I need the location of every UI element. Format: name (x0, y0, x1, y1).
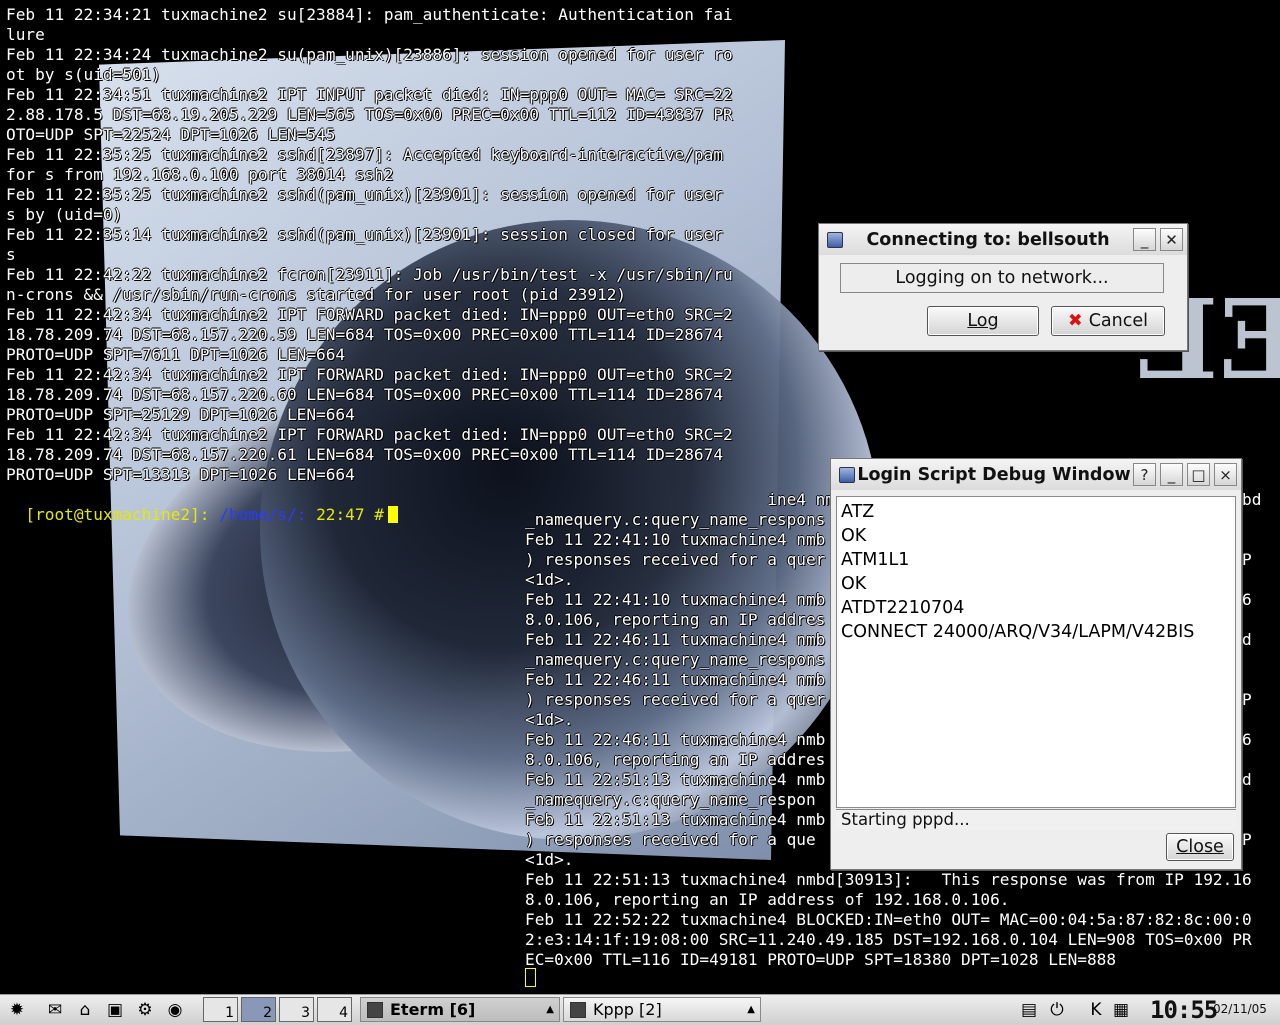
debug-log-line: ATZ (841, 502, 875, 522)
arrow-up-icon[interactable]: ▲ (747, 1004, 755, 1015)
connect-titlebar[interactable]: Connecting to: bellsouth _ ✕ (819, 224, 1187, 255)
terminal-line: s (6, 245, 16, 264)
debug-log-line: ATDT2210704 (841, 598, 965, 618)
terminal-line: <1d>. (525, 710, 574, 729)
connect-status-field: Logging on to network... (840, 263, 1164, 293)
terminal-line: for s from 192.168.0.100 port 38014 ssh2 (6, 165, 394, 184)
debug-status-line: Starting pppd... (836, 809, 1236, 829)
terminal-line: _namequery.c:query_name_respon (525, 790, 816, 809)
terminal-line: EC=0x00 TTL=116 ID=49181 PROTO=UDP SPT=1… (525, 950, 1117, 969)
debug-log-line: OK (841, 526, 867, 546)
prompt-path: /home/s/: (209, 505, 307, 524)
terminal-line: Feb 11 22:52:22 tuxmachine4 BLOCKED:IN=e… (525, 910, 1252, 929)
cancel-x-icon: ✖ (1068, 311, 1083, 331)
terminal-line: Feb 11 22:34:51 tuxmachine2 IPT INPUT pa… (6, 85, 733, 104)
text-cursor-inactive (525, 968, 536, 987)
clock[interactable]: 10:55 (1150, 995, 1218, 1025)
cancel-button-label: Cancel (1088, 311, 1148, 331)
terminal-line: Feb 11 22:34:21 tuxmachine2 su[23884]: p… (6, 5, 733, 24)
save-icon[interactable]: ▤ (1018, 999, 1040, 1021)
minimize-button[interactable]: _ (1160, 463, 1183, 486)
terminal-line: Feb 11 22:42:34 tuxmachine2 IPT FORWARD … (6, 365, 733, 384)
kppp-tray-icon[interactable]: K (1085, 999, 1107, 1021)
kde-taskbar: ✹ ✉ ⌂ ▣ ⚙ ◉ 1234 Eterm [6] ▲ Kppp [2] ▲ ▤ ⏻… (0, 994, 1280, 1025)
debug-titlebar[interactable]: Login Script Debug Window ? _ □ × (831, 459, 1241, 490)
home-icon[interactable]: ⌂ (74, 999, 96, 1021)
clipboard-icon[interactable]: ▦ (1110, 999, 1132, 1021)
terminal-line: 2:e3:14:1f:19:08:00 SRC=11.240.49.185 DS… (525, 930, 1252, 949)
power-icon[interactable]: ⏻ (1046, 999, 1068, 1021)
close-window-button[interactable]: × (1214, 463, 1237, 486)
terminal-line: Feb 11 22:35:25 tuxmachine2 sshd(pam_uni… (6, 185, 724, 204)
prompt-user: [root@tuxmachine2]: (25, 505, 210, 524)
close-button[interactable]: Close (1166, 833, 1234, 861)
maximize-button[interactable]: □ (1187, 463, 1210, 486)
debug-log-line: CONNECT 24000/ARQ/V34/LAPM/V42BIS (841, 622, 1195, 642)
kppp-app-icon[interactable] (827, 231, 843, 248)
terminal-line: 18.78.209.74 DST=68.157.220.59 LEN=684 T… (6, 325, 724, 344)
debug-title: Login Script Debug Window (857, 464, 1131, 485)
debug-log-line: ATM1L1 (841, 550, 910, 570)
terminal-line: n-crons && /usr/sbin/run-crons started f… (6, 285, 627, 304)
eterm-left-log: Feb 11 22:34:21 tuxmachine2 su[23884]: p… (6, 5, 733, 485)
network-icon[interactable]: ⚙ (134, 999, 156, 1021)
terminal-line: Feb 11 22:42:34 tuxmachine2 IPT FORWARD … (6, 305, 733, 324)
terminal-line: <1d>. (525, 570, 574, 589)
shell-prompt[interactable]: [root@tuxmachine2]: /home/s/: 22:47 # (6, 485, 398, 525)
terminal-line: Feb 11 22:42:34 tuxmachine2 IPT FORWARD … (6, 425, 733, 444)
terminal-line: _namequery.c:query_name_respons (525, 510, 826, 529)
terminal-line: Feb 11 22:35:25 tuxmachine2 sshd[23897]:… (6, 145, 724, 164)
terminal-line: Feb 11 22:34:24 tuxmachine2 su(pam_unix)… (6, 45, 733, 64)
minimize-button[interactable]: _ (1133, 228, 1156, 251)
close-window-button[interactable]: ✕ (1160, 228, 1183, 251)
log-button-label: Log (967, 311, 999, 331)
terminal-line: Feb 11 22:35:14 tuxmachine2 sshd(pam_uni… (6, 225, 724, 244)
desktop-pager-1[interactable]: 1 (203, 997, 238, 1022)
desktop-pager-4[interactable]: 4 (317, 997, 352, 1022)
terminal-line: PROTO=UDP SPT=25129 DPT=1026 LEN=664 (6, 405, 355, 424)
terminal-line: PROTO=UDP SPT=13313 DPT=1026 LEN=664 (6, 465, 355, 484)
log-button[interactable]: Log (927, 306, 1039, 336)
taskbar-task-label: Kppp [2] (593, 1000, 662, 1019)
terminal-line: s by (uid=0) (6, 205, 123, 224)
taskbar-task-label: Eterm [6] (390, 1000, 476, 1019)
terminal-line: <1d>. (525, 850, 574, 869)
kppp-app-icon[interactable] (839, 466, 855, 483)
desktop-pager-3[interactable]: 3 (279, 997, 314, 1022)
terminal-line: 2.88.178.5 DST=68.19.205.229 LEN=565 TOS… (6, 105, 733, 124)
terminal-line: 8.0.106, reporting an IP address of 192.… (525, 890, 1010, 909)
prompt-time: 22:47 # (306, 505, 384, 524)
terminal-line: lure (6, 25, 45, 44)
window-icon (367, 1001, 383, 1018)
terminal-line: 18.78.209.74 DST=68.157.220.61 LEN=684 T… (6, 445, 724, 464)
text-cursor (387, 506, 398, 523)
kppp-connecting-dialog: Connecting to: bellsouth _ ✕ Logging on … (818, 223, 1188, 351)
debug-log-area[interactable]: ATZ OK ATM1L1 OK ATDT2210704 CONNECT 24000/AR… (836, 496, 1236, 808)
cancel-button[interactable]: ✖ Cancel (1051, 306, 1165, 336)
date[interactable]: 02/11/05 (1213, 1002, 1267, 1016)
desktop-pager-2[interactable]: 2 (241, 997, 276, 1022)
paper-plane-icon[interactable]: ✉ (44, 999, 66, 1021)
taskbar-task[interactable]: Kppp [2] ▲ (563, 997, 761, 1022)
terminal-line: OTO=UDP SPT=22524 DPT=1026 LEN=545 (6, 125, 336, 144)
debug-log-line: OK (841, 574, 867, 594)
window-icon (570, 1001, 586, 1018)
terminal-line: ot by s(uid=501) (6, 65, 162, 84)
terminal-line: Feb 11 22:51:13 tuxmachine4 nmbd[30913]:… (525, 870, 1252, 889)
terminal-line: PROTO=UDP SPT=7611 DPT=1026 LEN=664 (6, 345, 346, 364)
close-button-label: Close (1176, 837, 1224, 857)
login-script-debug-window: Login Script Debug Window ? _ □ × ATZ OK A… (830, 458, 1242, 870)
terminal-line: 8.0.106, reporting an IP addres (525, 610, 826, 629)
terminal-line: 18.78.209.74 DST=68.157.220.60 LEN=684 T… (6, 385, 724, 404)
terminal-line: Feb 11 22:42:22 tuxmachine2 fcron[23911]… (6, 265, 733, 284)
terminal-line: _namequery.c:query_name_respons (525, 650, 826, 669)
terminal-icon[interactable]: ▣ (104, 999, 126, 1021)
terminal-line: 8.0.106, reporting an IP addres (525, 750, 826, 769)
kde-menu-icon[interactable]: ✹ (6, 999, 28, 1021)
help-button[interactable]: ? (1133, 463, 1156, 486)
browser-icon[interactable]: ◉ (164, 999, 186, 1021)
taskbar-task[interactable]: Eterm [6] ▲ (360, 997, 560, 1022)
connect-title: Connecting to: bellsouth (866, 229, 1110, 250)
arrow-up-icon[interactable]: ▲ (546, 1004, 554, 1015)
